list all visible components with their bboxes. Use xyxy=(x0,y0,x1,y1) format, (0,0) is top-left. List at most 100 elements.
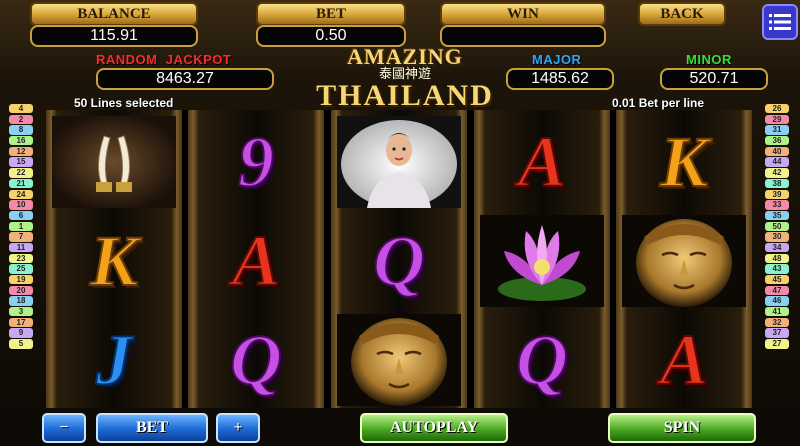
payline-marker[interactable]: 26 xyxy=(765,104,789,114)
payline-marker[interactable]: 27 xyxy=(765,339,789,349)
payline-marker[interactable]: 20 xyxy=(9,285,33,296)
payline-marker[interactable]: 40 xyxy=(765,146,789,157)
slot-game: BALANCE 115.91 BET 0.50 WIN BACK RANDOM … xyxy=(0,0,800,446)
payline-marker[interactable]: 37 xyxy=(765,328,789,338)
payline-marker[interactable]: 35 xyxy=(765,210,789,221)
payline-marker[interactable]: 23 xyxy=(9,253,33,264)
back-button[interactable]: BACK xyxy=(638,2,726,26)
payline-marker[interactable]: 16 xyxy=(9,136,33,146)
major-jackpot-value: 1485.62 xyxy=(506,68,614,90)
reel-symbol: Q xyxy=(335,213,463,309)
left-payline-markers: 4 2 8 16 12 15 22 21 24 10 6 1 7 11 23 25 19 20 18 3 17 9 5 xyxy=(9,104,35,350)
payline-marker[interactable]: 3 xyxy=(9,307,33,317)
minor-jackpot-label: MINOR xyxy=(686,52,732,67)
payline-marker[interactable]: 32 xyxy=(765,317,789,328)
symbol-k: K xyxy=(659,122,709,202)
win-value xyxy=(440,25,606,47)
bet-increase-button[interactable]: + xyxy=(216,413,260,443)
payline-marker[interactable]: 29 xyxy=(765,114,789,125)
payline-marker[interactable]: 50 xyxy=(765,221,789,231)
bet-label: BET xyxy=(256,2,406,26)
payline-marker[interactable]: 39 xyxy=(765,189,789,199)
payline-marker[interactable]: 46 xyxy=(765,296,789,306)
payline-marker[interactable]: 17 xyxy=(9,317,33,328)
payline-marker[interactable]: 43 xyxy=(765,264,789,274)
spin-button[interactable]: SPIN xyxy=(608,413,756,443)
reel-symbol xyxy=(335,114,463,210)
payline-marker[interactable]: 34 xyxy=(765,242,789,253)
buddha-face-icon xyxy=(622,215,746,307)
reel-area: KJ9AQQAQKA xyxy=(46,110,752,408)
payline-marker[interactable]: 12 xyxy=(9,146,33,157)
symbol-a: A xyxy=(231,221,281,301)
balance-label: BALANCE xyxy=(30,2,198,26)
payline-marker[interactable]: 42 xyxy=(765,168,789,178)
game-logo: AMAZING 泰國神遊 THAILAND xyxy=(316,44,494,112)
reel-symbol xyxy=(335,312,463,408)
right-payline-markers: 26 29 31 36 40 44 42 38 39 33 35 50 30 34 48 43 45 47 46 41… xyxy=(765,104,791,350)
autoplay-button[interactable]: AUTOPLAY xyxy=(360,413,508,443)
bet-per-line-text: 0.01 Bet per line xyxy=(612,96,705,110)
payline-marker[interactable]: 11 xyxy=(9,242,33,253)
reel-symbol: Q xyxy=(192,312,320,408)
reel-symbol: Q xyxy=(478,312,606,408)
lotus-flower-icon xyxy=(480,215,604,307)
payline-marker[interactable]: 15 xyxy=(9,157,33,167)
payline-marker[interactable]: 24 xyxy=(9,189,33,199)
payline-marker[interactable]: 10 xyxy=(9,200,33,210)
payline-marker[interactable]: 30 xyxy=(765,232,789,242)
reel-5: KA xyxy=(616,110,752,408)
payline-marker[interactable]: 48 xyxy=(765,253,789,264)
payline-marker[interactable]: 36 xyxy=(765,136,789,146)
list-menu-icon xyxy=(769,14,791,30)
symbol-a: A xyxy=(659,320,709,400)
payline-marker[interactable]: 6 xyxy=(9,210,33,221)
payline-marker[interactable]: 5 xyxy=(9,339,33,349)
payline-marker[interactable]: 22 xyxy=(9,168,33,178)
reel-symbol xyxy=(478,213,606,309)
payline-marker[interactable]: 19 xyxy=(9,275,33,285)
payline-marker[interactable]: 21 xyxy=(9,178,33,189)
reel-symbol: A xyxy=(620,312,748,408)
minor-jackpot-value: 520.71 xyxy=(660,68,768,90)
lines-selected-text: 50 Lines selected xyxy=(74,96,174,110)
payline-marker[interactable]: 45 xyxy=(765,275,789,285)
payline-marker[interactable]: 2 xyxy=(9,114,33,125)
reel-symbol: J xyxy=(50,312,178,408)
reel-symbol: K xyxy=(620,114,748,210)
menu-button[interactable] xyxy=(762,4,798,40)
reel-4: AQ xyxy=(474,110,610,408)
payline-marker[interactable]: 31 xyxy=(765,125,789,135)
symbol-q: Q xyxy=(229,320,283,400)
payline-marker[interactable]: 7 xyxy=(9,232,33,242)
payline-marker[interactable]: 38 xyxy=(765,178,789,189)
symbol-a: A xyxy=(517,122,567,202)
payline-marker[interactable]: 44 xyxy=(765,157,789,167)
reel-2: 9 AQ xyxy=(188,110,324,408)
reel-3: Q xyxy=(331,110,467,408)
buddha-face-icon xyxy=(337,314,461,406)
payline-marker[interactable]: 41 xyxy=(765,307,789,317)
payline-marker[interactable]: 9 xyxy=(9,328,33,338)
payline-marker[interactable]: 8 xyxy=(9,125,33,135)
bet-button[interactable]: BET xyxy=(96,413,208,443)
symbol-q: Q xyxy=(515,320,569,400)
thai-dancer-icon xyxy=(337,116,461,208)
payline-marker[interactable]: 25 xyxy=(9,264,33,274)
reel-1: KJ xyxy=(46,110,182,408)
payline-marker[interactable]: 1 xyxy=(9,221,33,231)
reel-symbol: 9 xyxy=(192,114,320,210)
balance-value: 115.91 xyxy=(30,25,198,47)
payline-marker[interactable]: 33 xyxy=(765,200,789,210)
payline-marker[interactable]: 18 xyxy=(9,296,33,306)
payline-marker[interactable]: 4 xyxy=(9,104,33,114)
symbol-j: J xyxy=(95,320,133,400)
win-label: WIN xyxy=(440,2,606,26)
ivory-tusks-icon xyxy=(52,116,176,208)
random-jackpot-label: RANDOM JACKPOT xyxy=(96,52,232,67)
reel-symbol xyxy=(50,114,178,210)
payline-marker[interactable]: 47 xyxy=(765,285,789,296)
random-jackpot-value: 8463.27 xyxy=(96,68,274,90)
symbol-9: 9 xyxy=(237,122,275,202)
bet-decrease-button[interactable]: − xyxy=(42,413,86,443)
